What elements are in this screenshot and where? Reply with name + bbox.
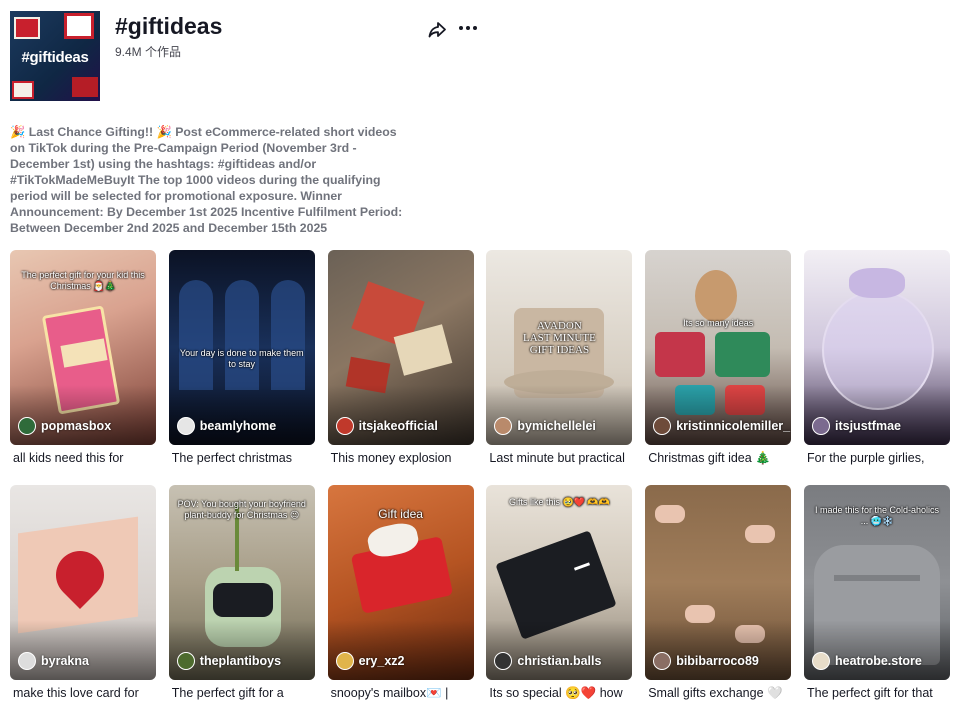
video-thumbnail[interactable]: byrakna [10, 485, 156, 680]
video-thumbnail[interactable]: Your day is done to make them to stay bea… [168, 250, 315, 445]
video-caption[interactable]: all kids need this for [10, 451, 156, 465]
video-card[interactable]: itsjakeofficial This money explosion [327, 250, 474, 465]
video-thumbnail[interactable]: Gifts like this 🥹❤️ 🫶🫶 christian.balls [486, 485, 633, 680]
video-caption[interactable]: Christmas gift idea 🎄 [645, 451, 791, 466]
video-thumbnail[interactable]: bibibarroco89 [645, 485, 792, 680]
video-caption[interactable]: snoopy's mailbox💌 | [328, 686, 474, 701]
video-caption[interactable]: This money explosion [328, 451, 474, 465]
avatar[interactable] [494, 652, 513, 670]
video-card[interactable]: Your day is done to make them to stay bea… [168, 250, 315, 465]
video-card[interactable]: AVADON LAST MINUTE GIFT IDEAS bymichellel… [486, 250, 633, 465]
author-username[interactable]: heatrobe.store [835, 654, 922, 668]
video-card[interactable]: Gifts like this 🥹❤️ 🫶🫶 christian.balls Its… [486, 485, 633, 701]
video-overlay-text: I made this for the Cold-aholics ... 🥶❄️ [814, 505, 940, 526]
cover-hashtag-text: #giftideas [21, 49, 89, 66]
avatar[interactable] [335, 417, 354, 435]
author-username[interactable]: itsjustfmae [835, 419, 901, 433]
video-thumbnail[interactable]: I made this for the Cold-aholics ... 🥶❄️… [804, 485, 950, 680]
video-overlay-text: AVADON LAST MINUTE GIFT IDEAS [522, 320, 596, 356]
author-username[interactable]: itsjakeofficial [359, 419, 438, 433]
video-card[interactable]: I made this for the Cold-aholics ... 🥶❄️… [804, 485, 950, 700]
more-dots-icon [459, 26, 477, 30]
share-arrow-icon [428, 22, 446, 38]
video-card[interactable]: bibibarroco89 Small gifts exchange 🤍 [645, 485, 792, 701]
gift-box-decoration [14, 17, 40, 39]
video-caption[interactable]: For the purple girlies, [804, 451, 950, 465]
video-caption[interactable]: The perfect christmas [169, 451, 315, 465]
video-overlay-text: The perfect gift for your kid this Chris… [21, 270, 145, 291]
avatar[interactable] [176, 652, 195, 670]
video-count: 9.4M 个作品 [115, 45, 182, 59]
more-options-button[interactable] [457, 19, 479, 41]
video-author[interactable]: heatrobe.store [812, 652, 922, 670]
video-author[interactable]: bibibarroco89 [653, 652, 759, 670]
video-overlay-text: Gifts like this 🥹❤️ 🫶🫶 [508, 497, 610, 507]
video-thumbnail[interactable]: itsjakeofficial [327, 250, 474, 445]
video-author[interactable]: popmasbox [18, 417, 111, 435]
author-username[interactable]: byrakna [41, 654, 89, 668]
gift-box-decoration [64, 13, 94, 39]
video-author[interactable]: ery_xz2 [335, 652, 405, 670]
video-author[interactable]: christian.balls [494, 652, 601, 670]
avatar[interactable] [653, 417, 672, 435]
video-caption[interactable]: Its so special 🥺❤️ how [486, 686, 632, 701]
author-username[interactable]: ery_xz2 [359, 654, 405, 668]
video-caption[interactable]: Last minute but practical [486, 451, 632, 465]
author-username[interactable]: christian.balls [517, 654, 601, 668]
video-overlay-text: Your day is done to make them to stay [179, 348, 304, 369]
share-button[interactable] [426, 19, 448, 41]
author-username[interactable]: kristinnicolemiller_ [676, 419, 790, 433]
video-overlay-text: Gift idea [378, 507, 423, 521]
page-title: #giftideas [115, 13, 223, 39]
video-author[interactable]: kristinnicolemiller_ [653, 417, 790, 435]
video-card[interactable]: byrakna make this love card for [10, 485, 156, 700]
video-overlay-text: POV: You bought your boyfriend plant-bud… [177, 499, 306, 520]
video-author[interactable]: bymichellelei [494, 417, 596, 435]
avatar[interactable] [812, 417, 830, 435]
avatar[interactable] [335, 652, 354, 670]
hashtag-header: #giftideas #giftideas 9.4M 个作品 [10, 11, 480, 101]
video-thumbnail[interactable]: Its so many ideas kristinnicolemiller_ [645, 250, 792, 445]
avatar[interactable] [653, 652, 672, 670]
video-caption[interactable]: make this love card for [10, 686, 156, 700]
video-overlay-text: Its so many ideas [683, 318, 754, 328]
video-thumbnail[interactable]: POV: You bought your boyfriend plant-bud… [168, 485, 315, 680]
author-username[interactable]: bibibarroco89 [676, 654, 759, 668]
video-thumbnail[interactable]: itsjustfmae [804, 250, 950, 445]
author-username[interactable]: beamlyhome [200, 419, 276, 433]
video-caption[interactable]: Small gifts exchange 🤍 [645, 686, 791, 701]
video-thumbnail[interactable]: Gift idea ery_xz2 [327, 485, 474, 680]
gift-box-decoration [12, 81, 34, 99]
avatar[interactable] [812, 652, 830, 670]
video-author[interactable]: byrakna [18, 652, 89, 670]
video-author[interactable]: theplantiboys [176, 652, 281, 670]
author-username[interactable]: popmasbox [41, 419, 111, 433]
video-author[interactable]: beamlyhome [176, 417, 276, 435]
video-author[interactable]: itsjustfmae [812, 417, 901, 435]
avatar[interactable] [18, 652, 36, 670]
video-card[interactable]: The perfect gift for your kid this Chris… [10, 250, 156, 465]
hashtag-description: 🎉 Last Chance Gifting!! 🎉 Post eCommerce… [10, 125, 403, 235]
video-card[interactable]: itsjustfmae For the purple girlies, [804, 250, 950, 465]
hashtag-cover-image: #giftideas [10, 11, 100, 101]
video-card[interactable]: POV: You bought your boyfriend plant-bud… [168, 485, 315, 700]
author-username[interactable]: theplantiboys [200, 654, 281, 668]
author-username[interactable]: bymichellelei [517, 419, 596, 433]
gift-box-decoration [72, 77, 98, 97]
video-author[interactable]: itsjakeofficial [335, 417, 438, 435]
avatar[interactable] [18, 417, 36, 435]
video-card[interactable]: Its so many ideas kristinnicolemiller_ Chr… [645, 250, 792, 466]
video-thumbnail[interactable]: AVADON LAST MINUTE GIFT IDEAS bymichellel… [486, 250, 633, 445]
video-thumbnail[interactable]: The perfect gift for your kid this Chris… [10, 250, 156, 445]
video-caption[interactable]: The perfect gift for that [804, 686, 950, 700]
avatar[interactable] [176, 417, 195, 435]
video-caption[interactable]: The perfect gift for a [169, 686, 315, 700]
video-card[interactable]: Gift idea ery_xz2 snoopy's mailbox💌 | [327, 485, 474, 701]
avatar[interactable] [494, 417, 513, 435]
